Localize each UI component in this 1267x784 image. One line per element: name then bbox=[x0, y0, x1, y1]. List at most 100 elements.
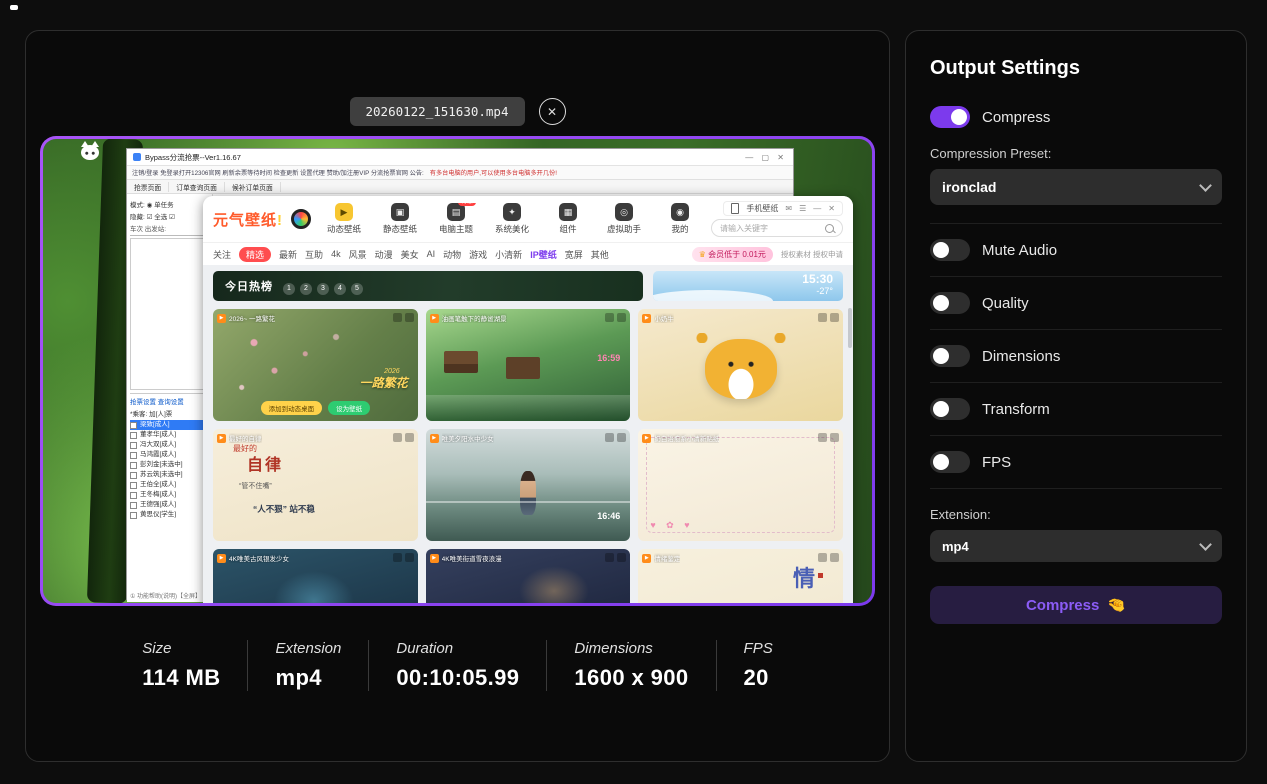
ticket-footer-help[interactable]: ① 功能帮助(说明)【全屏】 bbox=[130, 591, 201, 600]
category-item[interactable]: 4k bbox=[331, 249, 341, 259]
checkbox-icon[interactable] bbox=[130, 462, 137, 469]
hide-row[interactable]: 隐藏: ☑ 全选 ☑ bbox=[130, 211, 209, 221]
download-icon[interactable] bbox=[393, 553, 402, 562]
setting-toggle[interactable] bbox=[930, 292, 970, 314]
wallpaper-card[interactable]: ▶ 奶白治愈系小清新贴纸 bbox=[638, 429, 843, 541]
ticket-tab[interactable]: 候补订单页面 bbox=[225, 182, 281, 192]
wallpaper-search-input[interactable]: 请输入关键字 bbox=[711, 219, 843, 237]
passenger-row[interactable]: 彭刘金[未选中] bbox=[130, 460, 209, 470]
passenger-row[interactable]: 王德强[成人] bbox=[130, 500, 209, 510]
passenger-row[interactable]: 冯大双[成人] bbox=[130, 440, 209, 450]
remove-video-button[interactable]: ✕ bbox=[539, 98, 566, 125]
phone-wallpaper-button[interactable]: 手机壁纸 bbox=[746, 203, 778, 214]
header-links[interactable]: 授权素材 授权申请 bbox=[781, 249, 843, 260]
category-item[interactable]: AI bbox=[427, 249, 436, 259]
checkbox-icon[interactable] bbox=[130, 472, 137, 479]
scrollbar-thumb[interactable] bbox=[848, 308, 852, 348]
favorite-icon[interactable] bbox=[405, 553, 414, 562]
video-preview-frame[interactable]: Bypass分流抢票--Ver1.16.67 — ▢ ✕ 注销/登录 免登录打开… bbox=[40, 136, 875, 606]
favorite-icon[interactable] bbox=[405, 433, 414, 442]
passenger-row[interactable]: 黄思仪[学生] bbox=[130, 510, 209, 520]
nav-item[interactable]: ▦ 组件 bbox=[545, 203, 591, 235]
nav-item[interactable]: ▶ 动态壁纸 bbox=[321, 203, 367, 235]
category-item[interactable]: 宽屏 bbox=[565, 248, 583, 261]
download-icon[interactable] bbox=[605, 313, 614, 322]
category-item[interactable]: 互助 bbox=[305, 248, 323, 261]
checkbox-icon[interactable] bbox=[130, 502, 137, 509]
favorite-icon[interactable] bbox=[830, 313, 839, 322]
mail-icon[interactable]: ✉ bbox=[785, 204, 792, 213]
favorite-icon[interactable] bbox=[617, 553, 626, 562]
window-controls-icons[interactable]: — ▢ ✕ bbox=[745, 153, 787, 162]
checkbox-icon[interactable] bbox=[130, 482, 137, 489]
category-item[interactable]: 其他 bbox=[591, 248, 609, 261]
checkbox-icon[interactable] bbox=[130, 512, 137, 519]
nav-item[interactable]: ◎ 虚拟助手 bbox=[601, 203, 647, 235]
wallpaper-card[interactable]: ▶ 4K唯美街道雪夜浪漫 bbox=[426, 549, 631, 603]
set-wallpaper-button[interactable]: 设为壁纸 bbox=[328, 401, 370, 415]
wallpaper-card[interactable]: ▶ 4K唯美古风银发少女 bbox=[213, 549, 418, 603]
compress-button[interactable]: Compress 🤏 bbox=[930, 586, 1222, 624]
weather-widget-banner[interactable]: 15:30 -27° bbox=[653, 271, 843, 301]
mode-row[interactable]: 模式: ◉ 单任务 bbox=[130, 199, 209, 209]
compress-toggle[interactable] bbox=[930, 106, 970, 128]
nav-item[interactable]: ◉ 我的 bbox=[657, 203, 703, 235]
ticket-tab[interactable]: 抢票页面 bbox=[127, 182, 169, 192]
hot-ranking-banner[interactable]: 今日热榜 12345 bbox=[213, 271, 643, 301]
download-icon[interactable] bbox=[818, 433, 827, 442]
checkbox-icon[interactable] bbox=[130, 442, 137, 449]
wallpaper-card[interactable]: ▶ 唯美夕阳水中少女 16:46 bbox=[426, 429, 631, 541]
setting-toggle[interactable] bbox=[930, 239, 970, 261]
checkbox-icon[interactable] bbox=[130, 492, 137, 499]
wallpaper-card[interactable]: ▶ 油画笔触下的静谧湖景 16:59 bbox=[426, 309, 631, 421]
passenger-row[interactable]: 苏云筑[未选中] bbox=[130, 470, 209, 480]
category-item[interactable]: 精选 bbox=[239, 247, 271, 262]
download-icon[interactable] bbox=[818, 313, 827, 322]
download-icon[interactable] bbox=[605, 433, 614, 442]
checkbox-icon[interactable] bbox=[130, 452, 137, 459]
ticket-tab[interactable]: 订单查询页面 bbox=[169, 182, 225, 192]
download-icon[interactable] bbox=[393, 433, 402, 442]
extension-select[interactable]: mp4 bbox=[930, 530, 1222, 562]
category-item[interactable]: 动漫 bbox=[375, 248, 393, 261]
category-item[interactable]: 游戏 bbox=[469, 248, 487, 261]
download-icon[interactable] bbox=[818, 553, 827, 562]
checkbox-icon[interactable] bbox=[130, 432, 137, 439]
passenger-row[interactable]: 王冬梅[成人] bbox=[130, 490, 209, 500]
train-list-box[interactable] bbox=[130, 238, 209, 390]
nav-item[interactable]: ▣ 静态壁纸 bbox=[377, 203, 423, 235]
add-to-desktop-button[interactable]: 添加到动态桌面 bbox=[261, 401, 323, 415]
favorite-icon[interactable] bbox=[830, 553, 839, 562]
settings-tabs-label[interactable]: 抢票设置 查询设置 bbox=[130, 393, 209, 406]
setting-toggle[interactable] bbox=[930, 398, 970, 420]
wallpaper-card[interactable]: ▶ 小奶牛 bbox=[638, 309, 843, 421]
wallpaper-card[interactable]: ▶ 2026~ 一路繁花 一路繁花 2026 bbox=[213, 309, 418, 421]
nav-item[interactable]: ✦ 系统美化 bbox=[489, 203, 535, 235]
nav-item[interactable]: ▤特惠 电脑主题 bbox=[433, 203, 479, 235]
download-icon[interactable] bbox=[605, 553, 614, 562]
passenger-row[interactable]: 董孝华[成人] bbox=[130, 430, 209, 440]
ticket-menubar[interactable]: 注销/登录 免登录打开12306官网 刷新余票等待时间 检查更新 设置代理 赞助… bbox=[127, 166, 793, 180]
category-item[interactable]: 动物 bbox=[443, 248, 461, 261]
setting-toggle[interactable] bbox=[930, 451, 970, 473]
passenger-row[interactable]: 马鸿霞[成人] bbox=[130, 450, 209, 460]
wallpaper-card[interactable]: ▶ 最好的自律 最好的 bbox=[213, 429, 418, 541]
category-item[interactable]: IP壁纸 bbox=[530, 248, 557, 261]
minimize-icon[interactable]: — bbox=[813, 204, 821, 213]
category-item[interactable]: 最新 bbox=[279, 248, 297, 261]
favorite-icon[interactable] bbox=[617, 313, 626, 322]
passenger-row[interactable]: 梁致[成人] bbox=[130, 420, 209, 430]
setting-toggle[interactable] bbox=[930, 345, 970, 367]
menu-icon[interactable]: ☰ bbox=[799, 204, 806, 213]
checkbox-icon[interactable] bbox=[130, 422, 137, 429]
wallpaper-card[interactable]: ▶ 情绪鉴定 bbox=[638, 549, 843, 603]
category-item[interactable]: 关注 bbox=[213, 248, 231, 261]
preset-select[interactable]: ironclad bbox=[930, 169, 1222, 205]
category-item[interactable]: 风景 bbox=[349, 248, 367, 261]
close-window-icon[interactable]: ✕ bbox=[828, 204, 835, 213]
download-icon[interactable] bbox=[393, 313, 402, 322]
category-item[interactable]: 美女 bbox=[401, 248, 419, 261]
favorite-icon[interactable] bbox=[830, 433, 839, 442]
favorite-icon[interactable] bbox=[405, 313, 414, 322]
passenger-row[interactable]: 王伯全[成人] bbox=[130, 480, 209, 490]
